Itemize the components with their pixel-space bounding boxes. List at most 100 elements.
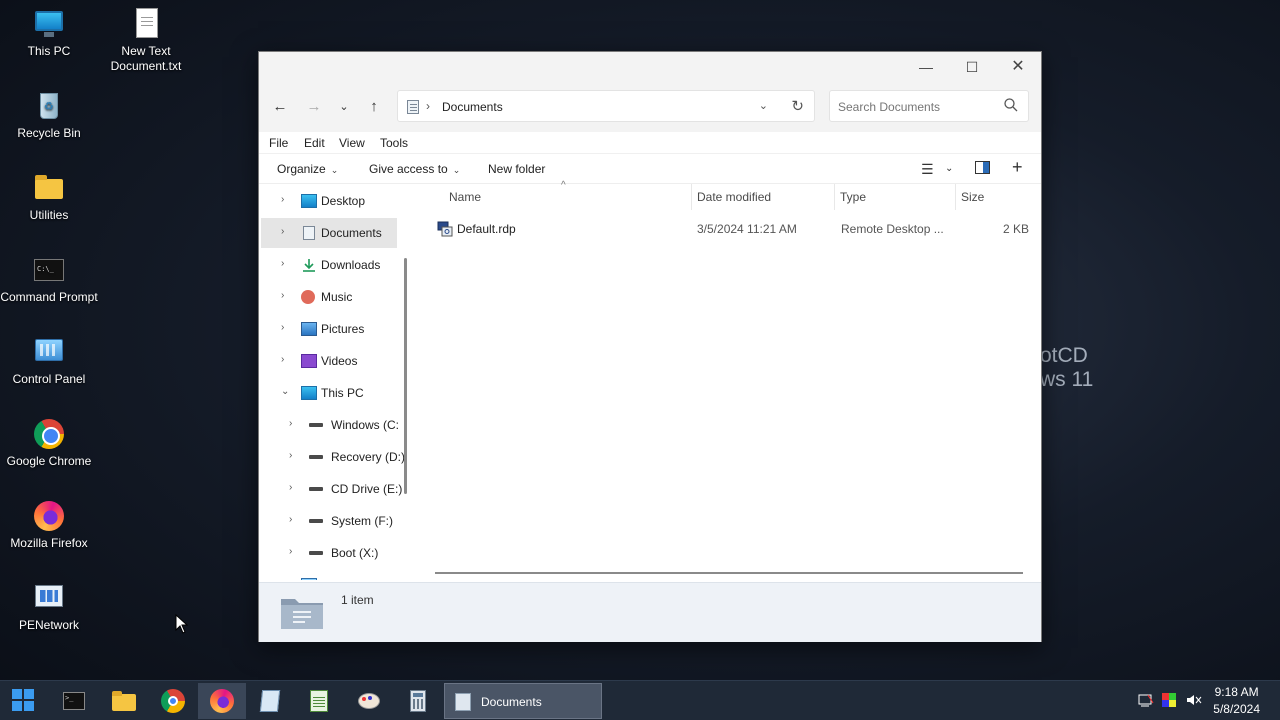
desktop-icon-utilities[interactable]: Utilities bbox=[0, 172, 98, 223]
chevron-down-icon[interactable]: ⌄ bbox=[281, 386, 289, 397]
chevron-right-icon[interactable]: › bbox=[289, 514, 292, 525]
horizontal-scrollbar[interactable] bbox=[435, 572, 1023, 574]
up-button[interactable]: ↑ bbox=[361, 94, 387, 120]
column-divider[interactable] bbox=[955, 184, 956, 210]
chevron-right-icon[interactable]: › bbox=[289, 546, 292, 557]
sidebar-item-cd-drive-e[interactable]: › CD Drive (E:) bbox=[261, 474, 402, 504]
column-header-size[interactable]: Size bbox=[961, 190, 984, 204]
view-options-chevron-icon[interactable]: ⌄ bbox=[945, 163, 953, 174]
chevron-right-icon[interactable]: › bbox=[289, 482, 292, 493]
title-bar[interactable]: — ☐ ✕ bbox=[259, 52, 1041, 82]
new-folder-button[interactable]: New folder bbox=[488, 162, 545, 176]
column-divider[interactable] bbox=[691, 184, 692, 210]
sidebar-item-this-pc[interactable]: ⌄ This PC bbox=[261, 378, 397, 408]
folder-icon bbox=[281, 599, 323, 629]
chevron-right-icon[interactable]: › bbox=[281, 322, 284, 333]
close-button[interactable]: ✕ bbox=[995, 52, 1041, 82]
chevron-right-icon[interactable]: › bbox=[289, 418, 292, 429]
start-icon[interactable] bbox=[12, 689, 36, 713]
desktop-icon-label: Command Prompt bbox=[0, 290, 98, 304]
table-row[interactable]: Default.rdp 3/5/2024 11:21 AM Remote Des… bbox=[415, 216, 1041, 242]
sidebar-item-videos[interactable]: › Videos bbox=[261, 346, 397, 376]
chevron-right-icon[interactable]: › bbox=[289, 450, 292, 461]
color-tray-icon[interactable] bbox=[1162, 693, 1176, 710]
sidebar-item-downloads[interactable]: › Downloads bbox=[261, 250, 397, 280]
search-icon[interactable] bbox=[1004, 98, 1018, 112]
calculator-icon[interactable] bbox=[406, 689, 430, 713]
desktop-icon-control-panel[interactable]: Control Panel bbox=[0, 336, 98, 387]
breadcrumb-documents[interactable]: Documents bbox=[442, 100, 503, 114]
menu-edit[interactable]: Edit bbox=[304, 136, 325, 150]
system-clock[interactable]: 9:18 AM 5/8/2024 bbox=[1213, 684, 1260, 718]
music-icon bbox=[301, 290, 315, 304]
column-divider[interactable] bbox=[834, 184, 835, 210]
drive-icon bbox=[309, 455, 323, 459]
desktop-icon-this-pc[interactable]: This PC bbox=[0, 8, 98, 59]
sidebar-item-label: Windows (C: bbox=[331, 418, 400, 432]
file-explorer-icon[interactable] bbox=[112, 689, 136, 713]
notepad-icon[interactable] bbox=[258, 689, 282, 713]
chrome-icon[interactable] bbox=[161, 689, 185, 713]
address-bar[interactable]: › Documents ⌄ ↻ bbox=[397, 90, 815, 122]
sidebar-item-label: Boot (X:) bbox=[331, 546, 379, 560]
menu-file[interactable]: File bbox=[269, 136, 288, 150]
desktop-icon-penetwork[interactable]: PENetwork bbox=[0, 582, 98, 633]
organize-button[interactable]: Organize ⌄ bbox=[277, 162, 338, 176]
chevron-right-icon[interactable]: › bbox=[281, 194, 284, 205]
network-tray-icon[interactable] bbox=[1138, 693, 1154, 710]
desktop-icon-google-chrome[interactable]: Google Chrome bbox=[0, 418, 98, 469]
add-icon[interactable]: + bbox=[1012, 157, 1023, 178]
column-header-date-modified[interactable]: Date modified bbox=[697, 190, 771, 204]
refresh-button[interactable]: ↻ bbox=[791, 97, 804, 115]
chevron-right-icon[interactable]: › bbox=[281, 258, 284, 269]
status-item-count: 1 item bbox=[341, 593, 374, 607]
desktop-icon-command-prompt[interactable]: C:\_ Command Prompt bbox=[0, 254, 98, 305]
wallpaper-text: otCD ws 11 bbox=[1040, 344, 1093, 392]
desktop-icon-label: Mozilla Firefox bbox=[10, 536, 88, 550]
taskbar-documents-window[interactable]: Documents bbox=[444, 683, 602, 719]
menu-tools[interactable]: Tools bbox=[380, 136, 408, 150]
sidebar-item-desktop[interactable]: › Desktop bbox=[261, 186, 397, 216]
chevron-right-icon[interactable]: › bbox=[281, 290, 284, 301]
forward-button[interactable]: → bbox=[301, 94, 327, 120]
chevron-right-icon[interactable]: › bbox=[281, 226, 284, 237]
preview-pane-icon[interactable] bbox=[975, 161, 990, 177]
navigation-scrollbar[interactable] bbox=[404, 258, 407, 494]
file-explorer-window[interactable]: — ☐ ✕ ← → ⌄ ↑ › Documents ⌄ ↻ Search Doc… bbox=[258, 51, 1042, 642]
spreadsheet-icon[interactable] bbox=[307, 689, 331, 713]
back-button[interactable]: ← bbox=[267, 94, 293, 120]
desktop-icon-recycle-bin[interactable]: Recycle Bin bbox=[0, 90, 98, 141]
sidebar-item-documents[interactable]: › Documents bbox=[261, 218, 397, 248]
details-view-icon[interactable]: ☰ bbox=[921, 161, 934, 178]
volume-muted-icon[interactable] bbox=[1186, 693, 1202, 710]
sidebar-item-system-f[interactable]: › System (F:) bbox=[261, 506, 397, 536]
sidebar-item-boot-x[interactable]: › Boot (X:) bbox=[261, 538, 397, 568]
desktop-icon-label: New Text Document.txt bbox=[110, 44, 182, 73]
minimize-button[interactable]: — bbox=[903, 52, 949, 82]
desktop-icon-new-text-document[interactable]: New Text Document.txt bbox=[97, 8, 195, 74]
search-input[interactable]: Search Documents bbox=[829, 90, 1029, 122]
paint-icon[interactable] bbox=[357, 689, 381, 713]
column-header-name[interactable]: Name bbox=[449, 190, 481, 204]
chevron-right-icon[interactable]: › bbox=[281, 354, 284, 365]
navigation-pane[interactable]: › Desktop › Documents › Downloads › Music › Pictu… bbox=[259, 184, 409, 580]
command-prompt-icon[interactable]: >_ bbox=[62, 689, 86, 713]
give-access-button[interactable]: Give access to ⌄ bbox=[369, 162, 460, 176]
sidebar-item-music[interactable]: › Music bbox=[261, 282, 397, 312]
file-name: Default.rdp bbox=[457, 222, 516, 236]
maximize-button[interactable]: ☐ bbox=[949, 52, 995, 82]
sidebar-item-pictures[interactable]: › Pictures bbox=[261, 314, 397, 344]
sidebar-item-recovery-d[interactable]: › Recovery (D:) bbox=[261, 442, 405, 472]
sidebar-item-control-panel[interactable]: › Control Panel bbox=[261, 570, 397, 580]
chevron-right-icon[interactable]: › bbox=[281, 578, 284, 580]
firefox-icon[interactable] bbox=[210, 689, 234, 713]
firefox-icon bbox=[33, 500, 65, 532]
address-dropdown-button[interactable]: ⌄ bbox=[759, 99, 768, 112]
control-panel-icon bbox=[301, 578, 317, 580]
menu-view[interactable]: View bbox=[339, 136, 365, 150]
recent-locations-button[interactable]: ⌄ bbox=[331, 94, 357, 120]
file-list[interactable]: Name ^ Date modified Type Size Default.r… bbox=[415, 180, 1041, 580]
sidebar-item-windows-c[interactable]: › Windows (C: bbox=[261, 410, 400, 440]
desktop-icon-mozilla-firefox[interactable]: Mozilla Firefox bbox=[0, 500, 98, 551]
column-header-type[interactable]: Type bbox=[840, 190, 866, 204]
